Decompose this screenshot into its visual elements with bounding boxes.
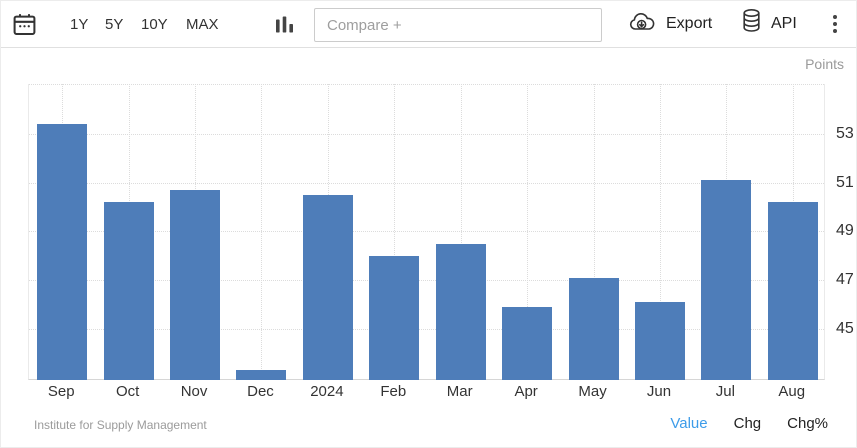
y-tick-label: 49 [836, 222, 854, 240]
y-tick-label: 47 [836, 271, 854, 289]
x-tick-label: Oct [115, 383, 140, 400]
api-button[interactable]: API [741, 1, 797, 47]
bar-2024[interactable] [302, 194, 353, 380]
calendar-icon [11, 11, 38, 38]
toolbar: 1Y 5Y 10Y MAX Expo [1, 1, 856, 48]
gridline-horizontal [29, 84, 824, 85]
chg-pct-link[interactable]: Chg% [787, 415, 828, 432]
gridline-vertical [261, 84, 263, 379]
bar-may[interactable] [568, 277, 619, 380]
x-tick-label: Jun [646, 383, 672, 400]
gridline-horizontal [29, 133, 824, 135]
x-tick-label: Jul [715, 383, 735, 400]
y-tick-label: 53 [836, 124, 854, 142]
y-tick-label: 51 [836, 173, 854, 191]
bar-nov[interactable] [170, 189, 221, 380]
x-tick-label: May [578, 383, 607, 400]
bar-apr[interactable] [502, 306, 553, 380]
export-button[interactable]: Export [627, 1, 712, 47]
range-button-5y[interactable]: 5Y [105, 1, 123, 47]
source-attribution: Institute for Supply Management [34, 418, 207, 432]
bar-oct[interactable] [103, 202, 154, 380]
x-tick-label: Apr [514, 383, 538, 400]
range-button-10y[interactable]: 10Y [141, 1, 168, 47]
y-tick-label: 45 [836, 319, 854, 337]
x-tick-label: Dec [247, 383, 274, 400]
chart-widget: 1Y 5Y 10Y MAX Expo [0, 0, 857, 448]
range-button-1y[interactable]: 1Y [70, 1, 88, 47]
compare-input[interactable] [314, 8, 602, 42]
x-tick-label: Mar [446, 383, 473, 400]
bar-dec[interactable] [236, 370, 287, 380]
database-icon [741, 8, 762, 40]
bar-chart-icon [273, 13, 296, 36]
y-axis-title: Points [805, 56, 844, 72]
plot-area [28, 84, 825, 380]
more-options-button[interactable] [825, 1, 845, 47]
chart-type-button[interactable] [273, 1, 296, 47]
api-label: API [771, 15, 797, 32]
x-tick-label: Aug [778, 383, 806, 400]
footer-links: Value Chg Chg% [670, 415, 828, 432]
bar-feb[interactable] [369, 255, 420, 380]
chg-link[interactable]: Chg [734, 415, 762, 432]
bar-mar[interactable] [435, 243, 486, 380]
bar-jun[interactable] [634, 302, 685, 380]
bar-sep[interactable] [37, 124, 88, 380]
bar-aug[interactable] [767, 202, 818, 380]
cloud-download-icon [627, 11, 657, 38]
value-link[interactable]: Value [670, 415, 707, 432]
x-tick-label: Nov [180, 383, 208, 400]
x-tick-label: Feb [380, 383, 407, 400]
x-tick-label: Sep [47, 383, 75, 400]
bar-jul[interactable] [701, 180, 752, 380]
range-button-max[interactable]: MAX [186, 1, 219, 47]
calendar-button[interactable] [11, 1, 38, 47]
x-tick-label: 2024 [310, 383, 344, 400]
export-label: Export [666, 15, 713, 32]
kebab-menu-icon [833, 15, 837, 33]
